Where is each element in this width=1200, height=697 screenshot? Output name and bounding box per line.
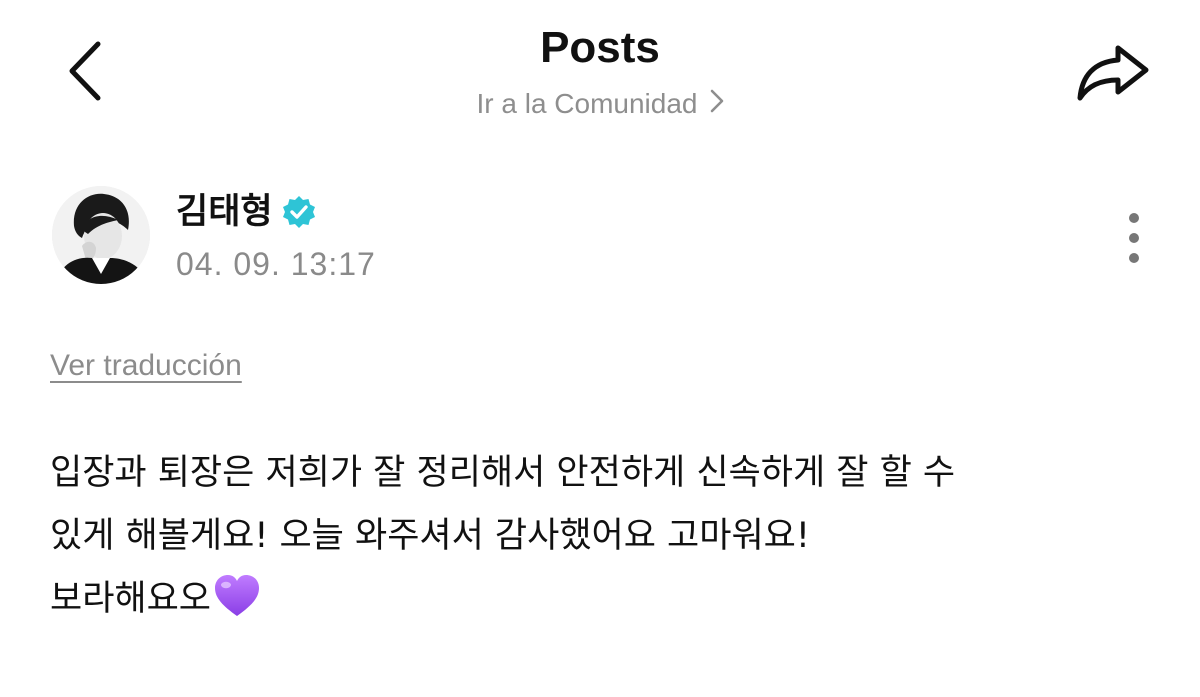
profile-photo (52, 186, 150, 284)
post-body-line-text: 보라해요오 (50, 579, 212, 619)
chevron-right-icon (710, 86, 724, 122)
top-bar: Posts Ir a la Comunidad (0, 0, 1200, 140)
post-body-line: 보라해요오 (50, 568, 1160, 631)
author-name-row: 김태형 (176, 190, 317, 234)
see-translation-link[interactable]: Ver traducción (50, 346, 242, 386)
post-body-text: 입장과 퇴장은 저희가 잘 정리해서 안전하게 신속하게 잘 할 수있게 해볼게… (50, 442, 1160, 631)
post-author-row: 김태형 04. 09. 13:17 (52, 186, 1152, 290)
purple-heart-icon (213, 574, 261, 618)
more-vertical-icon (1129, 213, 1139, 263)
avatar[interactable] (52, 186, 150, 284)
post-body-line: 입장과 퇴장은 저희가 잘 정리해서 안전하게 신속하게 잘 할 수 (50, 453, 956, 493)
post-body-line: 있게 해볼게요! 오늘 와주셔서 감사했어요 고마워요! (50, 516, 810, 556)
author-name[interactable]: 김태형 (176, 190, 273, 234)
page-title: Posts (540, 23, 660, 72)
post-timestamp: 04. 09. 13:17 (176, 246, 376, 282)
more-options-button[interactable] (1112, 208, 1156, 268)
verified-badge-icon (281, 194, 317, 230)
share-arrow-icon (1077, 45, 1149, 101)
go-to-community-link[interactable]: Ir a la Comunidad (0, 86, 1200, 124)
community-link-label: Ir a la Comunidad (476, 88, 698, 119)
share-button[interactable] (1068, 38, 1156, 108)
